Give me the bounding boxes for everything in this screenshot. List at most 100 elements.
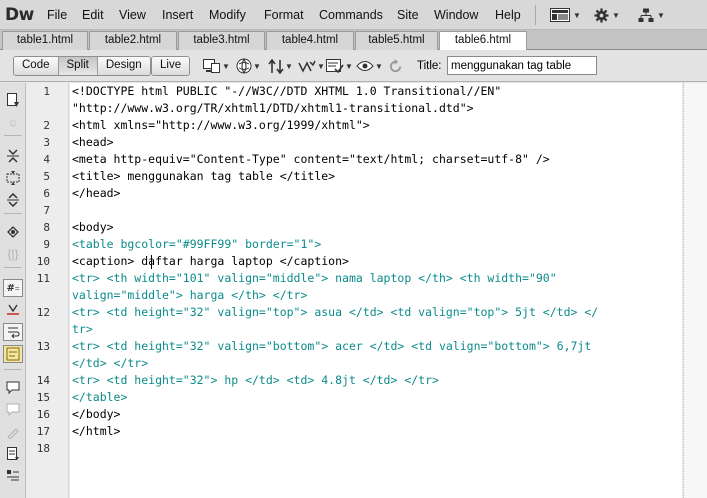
menu-file[interactable]: File: [47, 8, 67, 22]
browser-compatibility-icon[interactable]: ▼: [326, 58, 353, 74]
menu-commands[interactable]: Commands: [319, 8, 383, 22]
live-view-button[interactable]: Live: [152, 57, 190, 75]
select-parent-tag-icon[interactable]: [3, 223, 23, 241]
code-line: <!DOCTYPE html PUBLIC "-//W3C//DTD XHTML…: [72, 84, 502, 98]
menu-window[interactable]: Window: [434, 8, 478, 22]
line-number: 10: [36, 255, 50, 268]
line-number: 8: [43, 221, 50, 234]
page-title-input[interactable]: [447, 56, 597, 75]
multiscreen-icon[interactable]: ▼: [203, 58, 230, 74]
code-line: "http://www.w3.org/TR/xhtml1/DTD/xhtml1-…: [72, 101, 474, 115]
tab-table5[interactable]: table5.html: [355, 31, 438, 50]
menu-bar: Dw File Edit View Insert Modify Format C…: [0, 0, 707, 30]
site-icon[interactable]: ▼: [638, 6, 665, 24]
line-number: 13: [36, 340, 50, 353]
word-wrap-icon[interactable]: [3, 323, 23, 341]
toolbar-separator: [4, 267, 22, 268]
menu-insert[interactable]: Insert: [162, 8, 193, 22]
line-number: 16: [36, 408, 50, 421]
line-number: 9: [43, 238, 50, 251]
design-view-button[interactable]: Design: [97, 57, 150, 75]
line-number: 12: [36, 306, 50, 319]
line-number: 6: [43, 187, 50, 200]
code-line: <head>: [72, 135, 114, 149]
code-line: <caption> daftar harga laptop </caption>: [72, 254, 349, 268]
tab-table4[interactable]: table4.html: [266, 31, 354, 50]
live-view-group: Live: [151, 56, 191, 76]
code-line: <tr> <td height="32"> hp </td> <td> 4.8j…: [72, 373, 439, 387]
code-line: </html>: [72, 424, 121, 438]
menu-format[interactable]: Format: [264, 8, 304, 22]
wrap-tag-icon[interactable]: [3, 423, 23, 441]
line-numbers-icon[interactable]: # =: [3, 279, 23, 297]
code-line: </td> </tr>: [72, 356, 149, 370]
code-line: <tr> <th width="101" valign="middle"> na…: [72, 271, 557, 285]
code-line: <tr> <td height="32" valign="bottom"> ac…: [72, 339, 592, 353]
balance-braces-icon[interactable]: {|}: [3, 245, 23, 263]
menu-site[interactable]: Site: [397, 8, 419, 22]
menu-separator: [535, 5, 536, 25]
menu-help[interactable]: Help: [495, 8, 521, 22]
show-code-navigator-icon[interactable]: ☼: [3, 113, 23, 131]
highlight-invalid-code-icon[interactable]: [3, 301, 23, 319]
code-line: <meta http-equiv="Content-Type" content=…: [72, 152, 550, 166]
syntax-coloring-icon[interactable]: [3, 345, 23, 363]
code-line: <html xmlns="http://www.w3.org/1999/xhtm…: [72, 118, 370, 132]
line-number: 3: [43, 136, 50, 149]
gear-icon[interactable]: ▼: [594, 6, 620, 24]
document-toolbar: Code Split Design Live ▼ ▼ ▼ ▼ ▼ ▼ Title…: [0, 50, 707, 82]
code-line: <tr> <td height="32" valign="top"> asua …: [72, 305, 599, 319]
toolbar-separator: [4, 369, 22, 370]
tab-table2[interactable]: table2.html: [89, 31, 177, 50]
tab-table1[interactable]: table1.html: [2, 31, 88, 50]
collapse-selection-icon[interactable]: [3, 169, 23, 187]
line-number: 18: [36, 442, 50, 455]
app-logo: Dw: [5, 5, 34, 25]
toolbar-separator: [4, 213, 22, 214]
line-number-gutter: 1 2 3 4 5 6 7 8 9 10 11 12 13 14 15 16 1…: [27, 83, 69, 498]
line-number: 7: [43, 204, 50, 217]
indent-code-icon[interactable]: [3, 467, 23, 485]
visual-aids-icon[interactable]: ▼: [356, 58, 383, 74]
open-documents-icon[interactable]: [3, 91, 23, 109]
line-number: 1: [43, 85, 50, 98]
line-number: 11: [36, 272, 50, 285]
remove-comment-icon[interactable]: [3, 401, 23, 419]
refresh-icon[interactable]: [388, 58, 403, 74]
collapse-tag-icon[interactable]: [3, 147, 23, 165]
tab-table3[interactable]: table3.html: [178, 31, 265, 50]
code-line: tr>: [72, 322, 93, 336]
menu-edit[interactable]: Edit: [82, 8, 104, 22]
code-view-button[interactable]: Code: [14, 57, 59, 75]
coding-toolbar: ☼ {|} # =: [0, 83, 26, 498]
apply-comment-icon[interactable]: [3, 379, 23, 397]
line-number: 14: [36, 374, 50, 387]
code-line: <body>: [72, 220, 114, 234]
tab-table6[interactable]: table6.html: [439, 31, 527, 51]
menu-view[interactable]: View: [119, 8, 146, 22]
document-tab-bar: table1.html table2.html table3.html tabl…: [0, 30, 707, 51]
code-line: </head>: [72, 186, 121, 200]
menu-modify[interactable]: Modify: [209, 8, 246, 22]
text-cursor: [151, 255, 152, 269]
layout-icon[interactable]: ▼: [550, 6, 581, 24]
code-line: </table>: [72, 390, 128, 404]
code-editor[interactable]: <!DOCTYPE html PUBLIC "-//W3C//DTD XHTML…: [70, 83, 682, 498]
view-switcher: Code Split Design: [13, 56, 151, 76]
split-view-button[interactable]: Split: [58, 57, 98, 75]
line-number: 5: [43, 170, 50, 183]
code-line: <table bgcolor="#99FF99" border="1">: [72, 237, 322, 251]
title-label: Title:: [417, 60, 442, 72]
code-vertical-scroll-strip[interactable]: [683, 83, 707, 498]
toolbar-separator: [4, 135, 22, 136]
expand-all-icon[interactable]: [3, 191, 23, 209]
line-number: 17: [36, 425, 50, 438]
code-line: </body>: [72, 407, 121, 421]
code-line: <title> menggunakan tag table </title>: [72, 169, 336, 183]
line-number: 2: [43, 119, 50, 132]
file-management-icon[interactable]: ▼: [268, 58, 293, 74]
preview-browser-icon[interactable]: ▼: [236, 58, 261, 74]
code-line: valign="middle"> harga </th> </tr>: [72, 288, 308, 302]
recent-snippets-icon[interactable]: [3, 445, 23, 463]
w3c-validation-icon[interactable]: ▼: [298, 58, 325, 74]
